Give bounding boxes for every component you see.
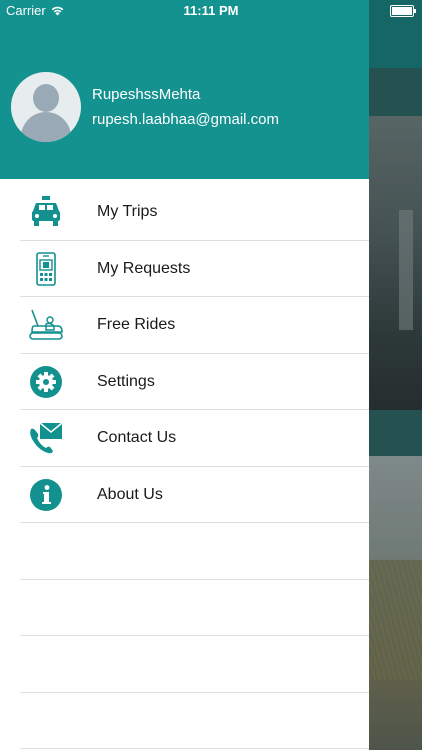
background-dim-overlay: [369, 0, 422, 750]
status-bar: Carrier 11:11 PM: [0, 0, 422, 22]
battery-icon: [390, 5, 416, 17]
menu-item-label: Free Rides: [97, 316, 176, 333]
divider: [20, 748, 369, 749]
avatar-head: [33, 84, 59, 112]
menu-item-label: My Trips: [97, 203, 158, 220]
bumper-car-icon: [28, 307, 64, 343]
user-name: RupeshssMehta: [92, 86, 201, 103]
menu-item-contact-us[interactable]: Contact Us: [0, 410, 369, 467]
status-time: 11:11 PM: [183, 3, 239, 18]
menu-item-my-trips[interactable]: My Trips: [0, 184, 369, 241]
menu-item-settings[interactable]: Settings: [0, 354, 369, 410]
menu-item-label: Settings: [97, 372, 155, 390]
menu-item-free-rides[interactable]: Free Rides: [0, 297, 369, 354]
background-app[interactable]: [369, 0, 422, 750]
menu-item-label: Contact Us: [97, 429, 177, 446]
empty-row: [0, 636, 369, 693]
menu-item-label: My Requests: [97, 259, 191, 277]
empty-row: [0, 693, 369, 749]
avatar[interactable]: [11, 72, 81, 142]
menu-item-my-requests[interactable]: My Requests: [0, 241, 369, 297]
empty-row: [0, 523, 369, 580]
gear-icon: [28, 364, 64, 400]
empty-row: [0, 580, 369, 636]
drawer-menu: My Trips My Requests Free Rides Settings…: [0, 184, 369, 749]
info-icon: [28, 477, 64, 513]
drawer-header: RupeshssMehta rupesh.laabhaa@gmail.com: [0, 0, 369, 179]
phone-mail-icon: [28, 420, 64, 456]
menu-item-label: About Us: [97, 485, 163, 503]
mobile-app-icon: [28, 251, 64, 287]
user-email: rupesh.laabhaa@gmail.com: [92, 111, 279, 128]
navigation-drawer: RupeshssMehta rupesh.laabhaa@gmail.com M…: [0, 0, 369, 750]
avatar-body: [21, 112, 71, 142]
taxi-icon: [28, 194, 64, 230]
menu-item-about-us[interactable]: About Us: [0, 467, 369, 523]
